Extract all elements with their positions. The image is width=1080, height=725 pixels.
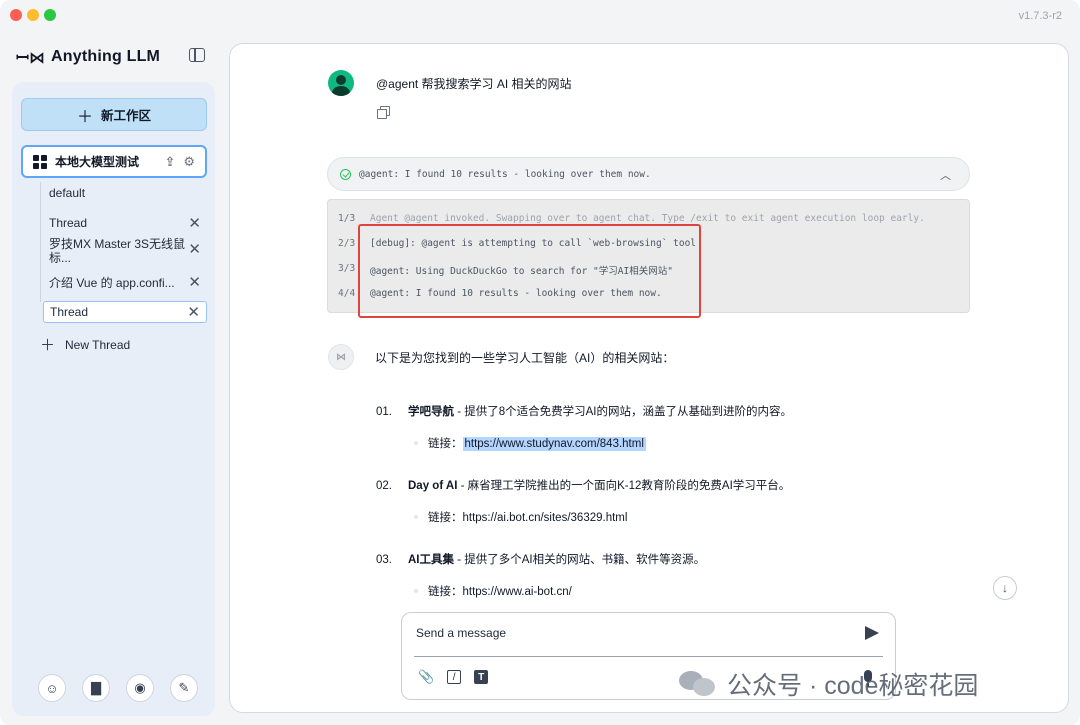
bullet — [414, 515, 418, 519]
result-item: 03. AI工具集 - 提供了多个AI相关的网站、书籍、软件等资源。 — [376, 554, 706, 566]
close-window-button[interactable] — [10, 9, 22, 21]
plus-icon: ＋ — [40, 337, 56, 354]
app-window: v1.7.3-r2 ꟷ⋈ Anything LLM ＋ 新工作区 本地大模型测试… — [0, 0, 1080, 725]
plus-icon: ＋ — [76, 108, 93, 126]
result-item: 02. Day of AI - 麻省理工学院推出的一个面向K-12教育阶段的免费A… — [376, 480, 791, 492]
assistant-intro: 以下是为您找到的一些学习人工智能（AI）的相关网站： — [375, 351, 675, 365]
new-workspace-label: 新工作区 — [101, 109, 152, 123]
copy-icon[interactable] — [377, 106, 390, 119]
text-size-icon[interactable]: T — [474, 670, 489, 684]
title-bar: v1.7.3-r2 — [0, 0, 1080, 30]
check-circle-icon — [340, 168, 351, 180]
thread-label: Thread — [50, 305, 89, 319]
chevron-up-icon[interactable]: ︿ — [940, 167, 951, 183]
close-icon[interactable]: ✕ — [188, 214, 201, 232]
new-thread-button[interactable]: ＋ New Thread — [40, 334, 130, 355]
message-input[interactable] — [416, 623, 846, 643]
result-link-row: 链接：https://ai.bot.cn/sites/36329.html — [414, 509, 627, 525]
send-icon[interactable] — [865, 626, 879, 640]
brand-name: Anything LLM — [51, 48, 161, 65]
thread-label: Thread — [49, 216, 88, 230]
workspace-name: 本地大模型测试 — [55, 155, 140, 169]
agent-status-text: @agent: I found 10 results - looking ove… — [359, 168, 651, 180]
workspace-grid-icon — [33, 154, 47, 169]
log-line: 1/3 Agent @agent invoked. Swapping over t… — [338, 213, 925, 224]
maximize-window-button[interactable] — [44, 9, 56, 21]
thread-label: default — [49, 186, 86, 200]
thread-tree-line — [40, 182, 41, 302]
settings-wrench-icon[interactable]: ✎ — [170, 674, 198, 702]
thread-item[interactable]: 介绍 Vue 的 app.confi... ✕ — [43, 271, 207, 293]
wechat-icon — [679, 669, 719, 699]
gear-icon[interactable]: ⚙ — [183, 154, 195, 170]
bullet — [414, 441, 418, 445]
community-icon[interactable]: ☺ — [38, 674, 66, 702]
close-icon[interactable]: ✕ — [187, 303, 200, 321]
sidebar-footer: ☺ ▇ ◉ ✎ — [38, 674, 198, 702]
bullet — [414, 589, 418, 593]
attachment-paperclip-icon[interactable]: 📎 — [418, 669, 434, 685]
watermark-text: 公众号 · code秘密花园 — [727, 672, 979, 700]
new-workspace-button[interactable]: ＋ 新工作区 — [21, 98, 207, 131]
close-icon[interactable]: ✕ — [188, 273, 201, 291]
result-link[interactable]: https://www.studynav.com/843.html — [462, 437, 646, 451]
thread-item-active[interactable]: Thread ✕ — [43, 301, 207, 323]
docs-book-icon[interactable]: ▇ — [82, 674, 110, 702]
result-link-row: 链接： https://www.studynav.com/843.html — [414, 435, 646, 451]
minimize-window-button[interactable] — [27, 9, 39, 21]
thread-item[interactable]: Thread ✕ — [43, 212, 207, 234]
sidebar-toggle-icon[interactable] — [189, 48, 205, 62]
close-icon[interactable]: ✕ — [188, 242, 201, 257]
new-thread-label: New Thread — [65, 337, 131, 352]
result-item: 01. 学吧导航 - 提供了8个适合免费学习AI的网站，涵盖了从基础到进阶的内容。 — [376, 406, 792, 418]
thread-item-default[interactable]: default — [43, 182, 207, 204]
agent-status-bar[interactable]: @agent: I found 10 results - looking ove… — [327, 157, 970, 191]
discord-icon[interactable]: ◉ — [126, 674, 154, 702]
app-version: v1.7.3-r2 — [1018, 10, 1062, 22]
user-avatar — [328, 70, 354, 96]
workspace-item[interactable]: 本地大模型测试 ⇪ ⚙ — [21, 145, 207, 178]
slash-command-icon[interactable]: / — [447, 670, 462, 684]
thread-item[interactable]: 罗技MX Master 3S无线鼠标... ✕ — [43, 237, 201, 267]
anythingllm-logo-icon: ꟷ⋈ — [16, 50, 46, 67]
annotation-highlight-box — [358, 224, 701, 318]
result-link[interactable]: https://www.ai-bot.cn/ — [463, 586, 572, 598]
sidebar: ＋ 新工作区 本地大模型测试 ⇪ ⚙ default Thread ✕ 罗技MX… — [12, 82, 215, 716]
watermark: 公众号 · code秘密花园 — [679, 666, 978, 702]
upload-icon[interactable]: ⇪ — [164, 154, 175, 170]
chat-panel: @agent 帮我搜索学习 AI 相关的网站 @agent: I found 1… — [229, 43, 1069, 713]
assistant-avatar: ⋈ — [328, 344, 354, 370]
user-message: @agent 帮我搜索学习 AI 相关的网站 — [376, 77, 572, 91]
result-link-row: 链接：https://www.ai-bot.cn/ — [414, 583, 572, 599]
composer-divider — [414, 656, 883, 657]
brand: ꟷ⋈ Anything LLM — [16, 46, 160, 68]
thread-label: 介绍 Vue 的 app.confi... — [49, 275, 175, 290]
result-link[interactable]: https://ai.bot.cn/sites/36329.html — [463, 512, 628, 524]
thread-label: 罗技MX Master 3S无线鼠标... — [49, 237, 186, 265]
scroll-down-arrow-icon[interactable]: ↓ — [993, 576, 1017, 600]
